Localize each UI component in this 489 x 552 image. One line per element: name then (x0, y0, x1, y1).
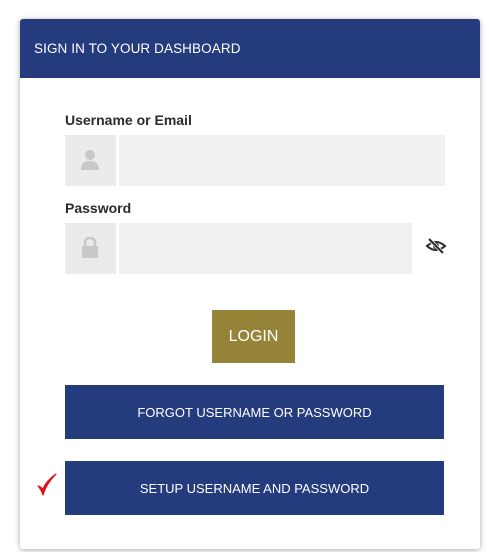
panel-title: SIGN IN TO YOUR DASHBOARD (34, 41, 241, 56)
username-label: Username or Email (65, 112, 192, 128)
red-checkmark-icon (37, 473, 57, 496)
eye-slash-icon (425, 237, 447, 255)
setup-credentials-button[interactable]: SETUP USERNAME AND PASSWORD (65, 461, 444, 515)
login-button[interactable]: LOGIN (212, 310, 295, 363)
sign-in-panel: SIGN IN TO YOUR DASHBOARD Username or Em… (20, 19, 480, 549)
user-icon (81, 150, 99, 170)
password-visibility-toggle[interactable] (425, 235, 447, 257)
password-label: Password (65, 200, 132, 216)
password-addon (65, 223, 116, 274)
forgot-credentials-button[interactable]: FORGOT USERNAME OR PASSWORD (65, 385, 444, 439)
username-input[interactable] (119, 135, 445, 186)
panel-header: SIGN IN TO YOUR DASHBOARD (20, 19, 480, 78)
username-addon (65, 135, 116, 186)
lock-icon (82, 236, 98, 258)
password-input[interactable] (119, 223, 412, 274)
